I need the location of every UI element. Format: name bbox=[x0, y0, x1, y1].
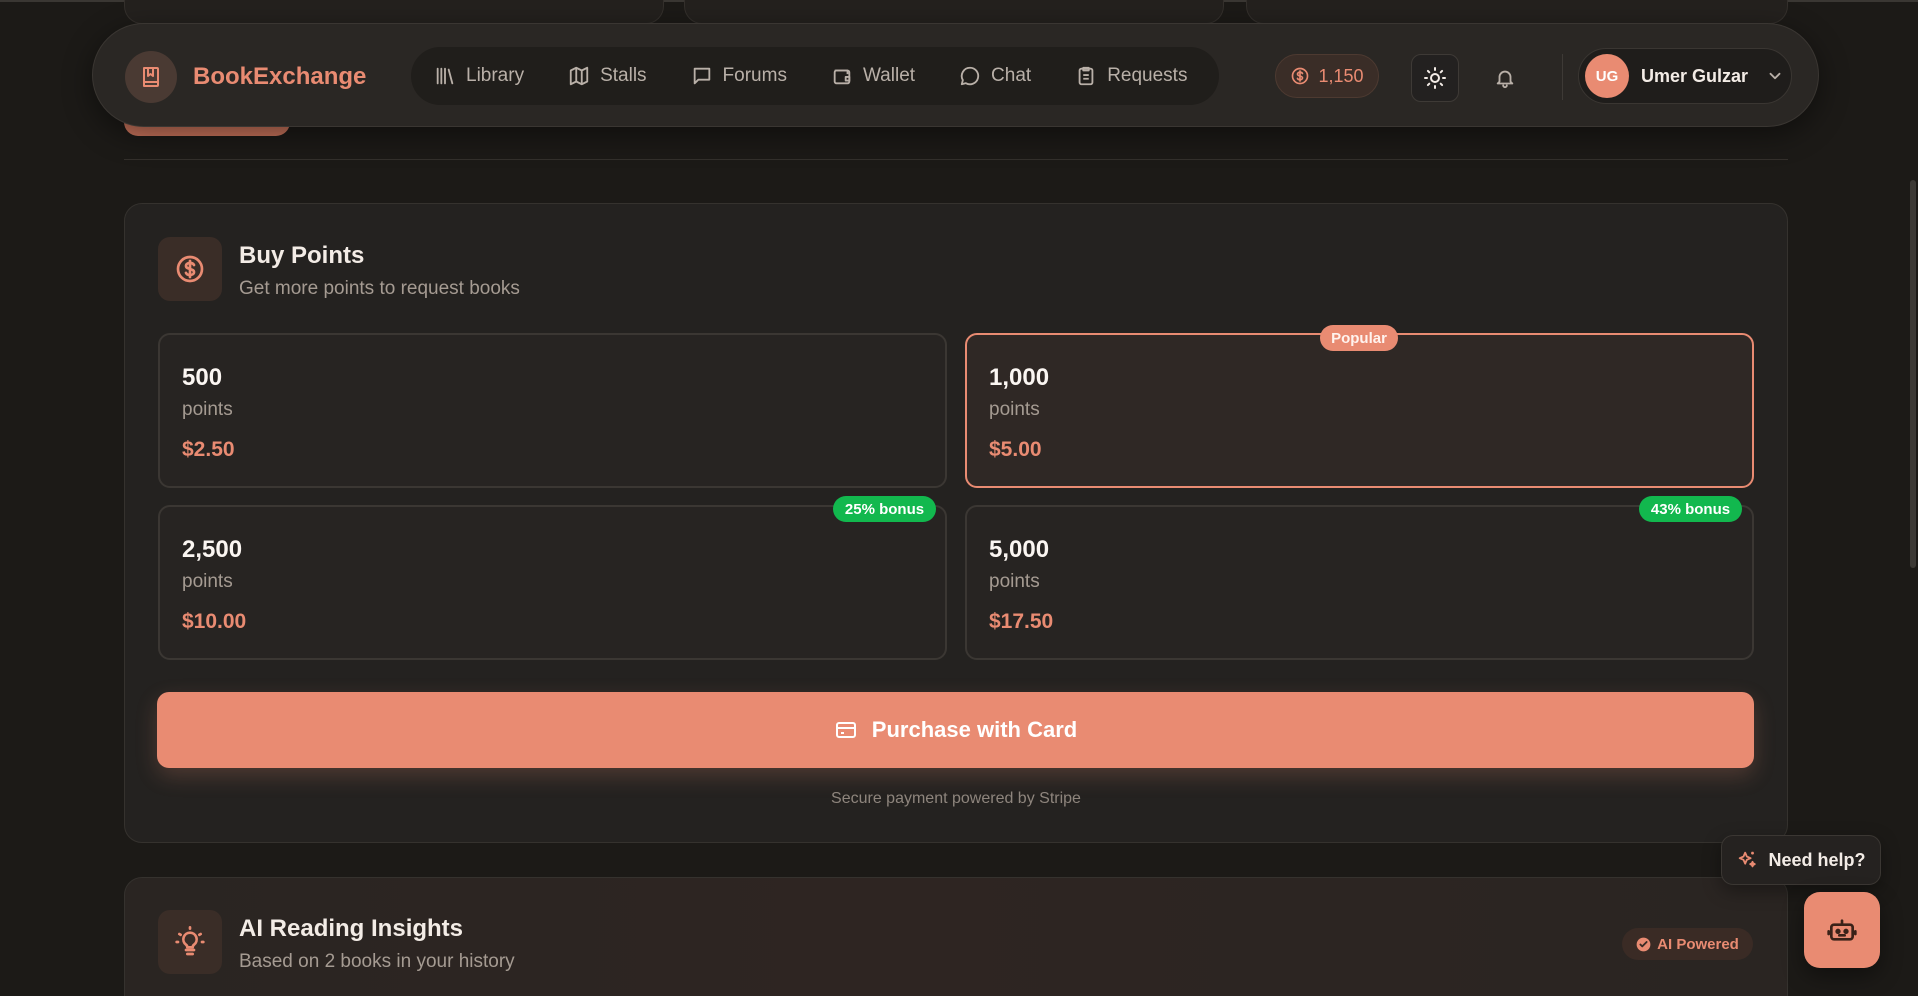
nav-label: Stalls bbox=[600, 65, 647, 86]
nav-item-library[interactable]: Library bbox=[434, 65, 524, 87]
purchase-with-card-button[interactable]: Purchase with Card bbox=[157, 692, 1754, 768]
option-unit: points bbox=[989, 399, 1040, 420]
option-unit: points bbox=[182, 571, 233, 592]
avatar: UG bbox=[1585, 54, 1629, 98]
library-icon bbox=[436, 67, 454, 85]
user-menu-button[interactable]: UG Umer Gulzar bbox=[1578, 48, 1792, 104]
secure-payment-note: Secure payment powered by Stripe bbox=[831, 790, 1081, 807]
nav-label: Wallet bbox=[862, 65, 916, 86]
points-balance[interactable]: 1,150 bbox=[1275, 54, 1379, 98]
option-amount: 5,000 bbox=[989, 536, 1050, 563]
nav-item-forums[interactable]: Forums bbox=[691, 65, 787, 87]
need-help-button[interactable]: Need help? bbox=[1721, 835, 1881, 885]
option-unit: points bbox=[989, 571, 1040, 592]
map-icon bbox=[569, 66, 589, 86]
ai-insights-card: AI Reading Insights Based on 2 books in … bbox=[124, 877, 1788, 996]
popular-badge: Popular bbox=[1320, 325, 1398, 351]
main-nav: Library Stalls Forums Wallet Chat Reques… bbox=[411, 47, 1219, 105]
sparkles-icon bbox=[1739, 851, 1757, 868]
book-logo-icon bbox=[125, 51, 177, 103]
stat-card-partial bbox=[124, 0, 664, 24]
user-name: Umer Gulzar bbox=[1641, 65, 1749, 86]
section-title: Buy Points bbox=[239, 242, 365, 269]
option-amount: 1,000 bbox=[989, 364, 1050, 391]
nav-label: Chat bbox=[991, 65, 1032, 86]
stat-card-partial bbox=[684, 0, 1224, 24]
credit-card-icon bbox=[835, 722, 856, 738]
nav-item-stalls[interactable]: Stalls bbox=[568, 65, 647, 87]
sun-icon bbox=[1424, 67, 1446, 89]
nav-item-chat[interactable]: Chat bbox=[959, 65, 1031, 87]
points-option-2500[interactable]: 2,500 points $10.00 bbox=[158, 505, 947, 660]
nav-item-wallet[interactable]: Wallet bbox=[831, 65, 915, 87]
chat-bubble-icon bbox=[960, 66, 980, 86]
need-help-label: Need help? bbox=[1768, 849, 1866, 870]
bonus-badge: 43% bonus bbox=[1639, 496, 1742, 522]
section-subtitle: Get more points to request books bbox=[239, 278, 520, 299]
section-icon-box bbox=[158, 237, 222, 301]
theme-toggle-button[interactable] bbox=[1411, 54, 1459, 102]
option-amount: 500 bbox=[182, 364, 223, 391]
section-icon-box bbox=[158, 910, 222, 974]
option-price: $2.50 bbox=[182, 438, 235, 461]
top-navbar: BookExchange Library Stalls Forums Walle… bbox=[92, 23, 1819, 127]
points-option-5000[interactable]: 5,000 points $17.50 bbox=[965, 505, 1754, 660]
page-scrollbar[interactable] bbox=[1910, 180, 1916, 568]
message-square-icon bbox=[693, 67, 710, 85]
nav-label: Library bbox=[466, 65, 525, 86]
nav-item-requests[interactable]: Requests bbox=[1075, 65, 1187, 87]
option-unit: points bbox=[182, 399, 233, 420]
option-price: $17.50 bbox=[989, 610, 1054, 633]
brand-name: BookExchange bbox=[193, 63, 367, 90]
section-divider bbox=[124, 159, 1788, 160]
purchase-label: Purchase with Card bbox=[871, 717, 1078, 742]
ai-badge-label: AI Powered bbox=[1657, 935, 1739, 953]
clipboard-icon bbox=[1078, 66, 1094, 86]
section-subtitle: Based on 2 books in your history bbox=[239, 951, 515, 972]
option-price: $5.00 bbox=[989, 438, 1042, 461]
bonus-badge: 25% bonus bbox=[833, 496, 936, 522]
chatbot-button[interactable] bbox=[1804, 892, 1880, 968]
option-amount: 2,500 bbox=[182, 536, 243, 563]
stat-card-partial bbox=[1246, 0, 1788, 24]
nav-separator bbox=[1562, 54, 1563, 100]
lightbulb-icon bbox=[175, 926, 205, 956]
option-price: $10.00 bbox=[182, 610, 247, 633]
points-option-500[interactable]: 500 points $2.50 bbox=[158, 333, 947, 488]
section-title: AI Reading Insights bbox=[239, 915, 464, 942]
bell-icon bbox=[1496, 70, 1514, 89]
notifications-button[interactable] bbox=[1487, 60, 1523, 96]
nav-label: Requests bbox=[1107, 65, 1188, 86]
dollar-circle-icon bbox=[176, 255, 204, 283]
check-circle-icon bbox=[1636, 937, 1651, 951]
robot-icon bbox=[1827, 919, 1857, 941]
points-option-1000[interactable]: 1,000 points $5.00 bbox=[965, 333, 1754, 488]
ai-powered-badge: AI Powered bbox=[1622, 928, 1753, 960]
chevron-down-icon bbox=[1769, 72, 1781, 80]
points-value: 1,150 bbox=[1318, 65, 1364, 86]
brand[interactable]: BookExchange bbox=[125, 51, 366, 103]
nav-label: Forums bbox=[722, 65, 787, 86]
wallet-icon bbox=[833, 69, 851, 85]
coin-icon bbox=[1292, 67, 1309, 85]
